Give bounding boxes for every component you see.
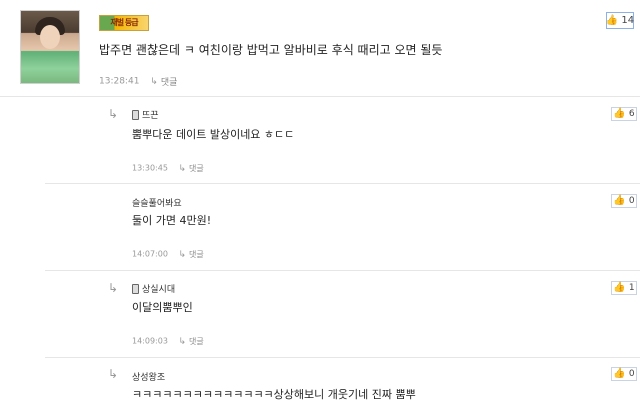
thumbs-up-icon: 👍 — [605, 14, 619, 26]
reply-time: 14:07:00 — [132, 249, 168, 259]
reply-arrow-icon: ↳ — [108, 281, 119, 295]
reply-meta: 13:30:45 ↳ 댓글 — [132, 163, 204, 174]
reply-label: 댓글 — [160, 78, 178, 88]
reply-meta: 14:07:00 ↳ 댓글 — [132, 249, 204, 260]
reply-item: ↳ 상성왕조 ㅋㅋㅋㅋㅋㅋㅋㅋㅋㅋㅋㅋㅋㅋ상상해보니 개웃기네 진짜 뿜뿌 👍 … — [0, 358, 640, 418]
mobile-phone-icon — [132, 109, 139, 120]
like-count: 0 — [628, 369, 635, 379]
reply-author[interactable]: 슬슬풀어봐요 — [132, 196, 182, 209]
like-button[interactable]: 👍 6 — [611, 107, 637, 121]
reply-author-name: 슬슬풀어봐요 — [132, 199, 182, 209]
like-count: 1 — [628, 283, 635, 293]
avatar-face — [40, 25, 60, 49]
like-button[interactable]: 👍 0 — [611, 367, 637, 381]
thumbs-up-icon: 👍 — [613, 368, 626, 379]
reply-item: ↳ 뜨끈 뿜뿌다운 데이트 발상이네요 ㅎㄷㄷ 13:30:45 ↳ 댓글 👍 … — [0, 96, 640, 183]
reply-arrow-icon: ↳ — [108, 367, 119, 381]
reply-text: 뿜뿌다운 데이트 발상이네요 ㅎㄷㄷ — [132, 128, 295, 141]
like-count: 6 — [628, 109, 635, 119]
avatar[interactable] — [20, 10, 80, 84]
thumbs-up-icon: 👍 — [613, 108, 626, 119]
reply-small-icon: ↳ — [178, 336, 187, 347]
comment-meta: 13:28:41 ↳ 댓글 — [99, 75, 178, 89]
mobile-phone-icon — [132, 283, 139, 294]
comment-text: 밥주면 괜찮은데 ㅋ 여친이랑 밥먹고 알바비로 후식 때리고 오면 될듯 — [99, 43, 443, 57]
reply-meta: 14:09:03 ↳ 댓글 — [132, 336, 204, 347]
main-comment: 재벌 등급 밥주면 괜찮은데 ㅋ 여친이랑 밥먹고 알바비로 후식 때리고 오면… — [0, 0, 640, 97]
reply-button[interactable]: ↳ 댓글 — [178, 163, 203, 174]
like-count: 14 — [621, 15, 635, 26]
reply-text: ㅋㅋㅋㅋㅋㅋㅋㅋㅋㅋㅋㅋㅋㅋ상상해보니 개웃기네 진짜 뿜뿌 — [132, 388, 416, 401]
reply-button[interactable]: ↳ 댓글 — [150, 75, 178, 89]
thumbs-up-icon: 👍 — [613, 195, 626, 206]
user-level-badge: 재벌 등급 — [99, 15, 149, 31]
reply-author[interactable]: 상실시대 — [132, 282, 175, 295]
reply-time: 13:30:45 — [132, 163, 168, 173]
reply-author-name: 뜨끈 — [142, 111, 159, 121]
reply-label: 댓글 — [189, 337, 204, 346]
reply-small-icon: ↳ — [150, 76, 158, 87]
reply-author-name: 상실시대 — [142, 285, 176, 295]
reply-small-icon: ↳ — [178, 249, 187, 260]
reply-author[interactable]: 상성왕조 — [132, 370, 165, 383]
thumbs-up-icon: 👍 — [613, 282, 626, 293]
like-button[interactable]: 👍 0 — [611, 194, 637, 208]
comment-time: 13:28:41 — [99, 76, 140, 87]
like-button[interactable]: 👍 1 — [611, 281, 637, 295]
reply-author-name: 상성왕조 — [132, 373, 166, 383]
reply-arrow-icon: ↳ — [108, 107, 119, 121]
reply-label: 댓글 — [189, 250, 204, 259]
reply-author[interactable]: 뜨끈 — [132, 108, 159, 121]
reply-label: 댓글 — [189, 164, 204, 173]
reply-text: 이달의뿜뿌인 — [132, 301, 193, 314]
reply-time: 14:09:03 — [132, 336, 168, 346]
like-button[interactable]: 👍 14 — [606, 12, 634, 29]
reply-button[interactable]: ↳ 댓글 — [178, 249, 203, 260]
reply-item: 슬슬풀어봐요 둘이 가면 4만원! 14:07:00 ↳ 댓글 👍 0 — [0, 184, 640, 271]
reply-button[interactable]: ↳ 댓글 — [178, 336, 203, 347]
reply-small-icon: ↳ — [178, 163, 187, 174]
like-count: 0 — [628, 196, 635, 206]
reply-item: ↳ 상실시대 이달의뿜뿌인 14:09:03 ↳ 댓글 👍 1 — [0, 271, 640, 357]
reply-text: 둘이 가면 4만원! — [132, 214, 212, 227]
